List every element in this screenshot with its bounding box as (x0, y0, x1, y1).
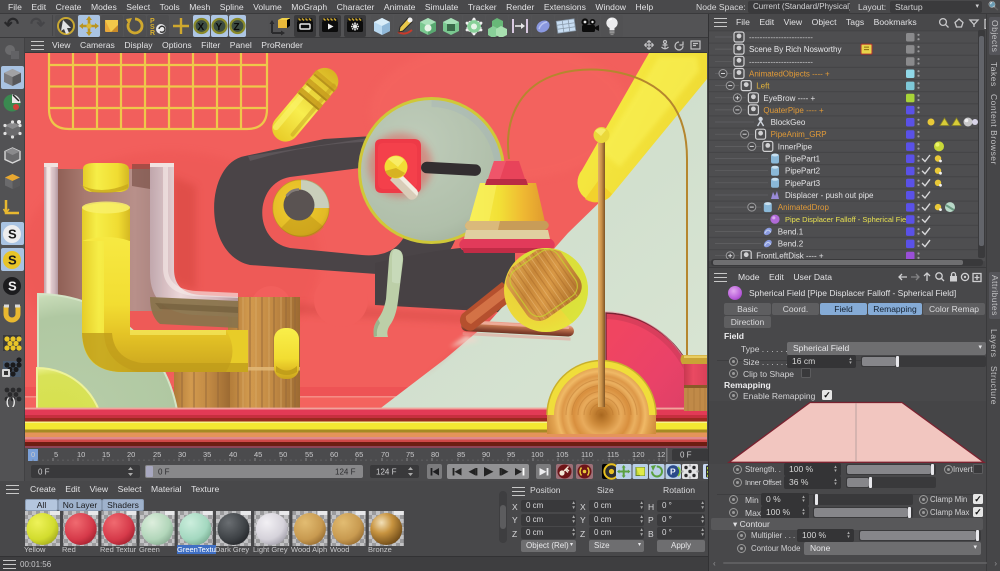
svg-text:90: 90 (482, 450, 490, 459)
svg-text:Scene By Rich Nosworthy: Scene By Rich Nosworthy (749, 45, 841, 54)
svg-text:100: 100 (531, 450, 544, 459)
svg-text:95: 95 (507, 450, 515, 459)
svg-text:InnerPipe: InnerPipe (778, 142, 813, 151)
svg-text:120: 120 (632, 450, 645, 459)
svg-text:Left: Left (756, 82, 770, 91)
svg-text:110: 110 (581, 450, 593, 459)
svg-text:PipePart1: PipePart1 (785, 155, 821, 164)
svg-text:12: 12 (657, 450, 665, 459)
svg-text:S: S (8, 279, 17, 294)
svg-text:70: 70 (381, 450, 389, 459)
svg-text:25: 25 (153, 450, 161, 459)
svg-text:Z: Z (234, 22, 240, 33)
svg-text:10: 10 (77, 450, 85, 459)
svg-text:115: 115 (607, 450, 619, 459)
svg-text:PipePart2: PipePart2 (785, 167, 821, 176)
svg-text:BlockGeo: BlockGeo (771, 118, 806, 127)
svg-text:R: R (150, 30, 155, 37)
svg-text:------------------------: ------------------------ (749, 57, 813, 66)
svg-text:AnimatedDrop: AnimatedDrop (778, 203, 830, 212)
svg-text:( ): ( ) (6, 397, 15, 408)
svg-text:QuaterPipe ---- +: QuaterPipe ---- + (763, 106, 824, 115)
svg-text:Y: Y (216, 22, 223, 33)
svg-text:55: 55 (305, 450, 313, 459)
svg-text:80: 80 (431, 450, 439, 459)
svg-text:AnimatedObjects ---- +: AnimatedObjects ---- + (749, 70, 830, 79)
svg-text:0 F: 0 F (680, 451, 692, 460)
svg-text:PipePart3: PipePart3 (785, 179, 821, 188)
svg-text:65: 65 (355, 450, 363, 459)
svg-text:Bend.2: Bend.2 (778, 240, 804, 249)
svg-text:0: 0 (31, 450, 35, 459)
svg-text:Bend.1: Bend.1 (778, 227, 804, 236)
svg-text:P: P (670, 467, 676, 477)
svg-text:15: 15 (102, 450, 110, 459)
svg-text:85: 85 (457, 450, 465, 459)
svg-text:PipeAnim_GRP: PipeAnim_GRP (771, 130, 827, 139)
svg-text:5: 5 (54, 450, 58, 459)
svg-text:124 F: 124 F (335, 468, 356, 477)
svg-text:60: 60 (330, 450, 338, 459)
svg-text:45: 45 (254, 450, 262, 459)
svg-text:30: 30 (178, 450, 186, 459)
svg-text:0 F: 0 F (158, 468, 170, 477)
svg-text:------------------------: ------------------------ (749, 33, 813, 42)
svg-text:Displacer - push out pipe: Displacer - push out pipe (785, 191, 874, 200)
svg-text:20: 20 (127, 450, 135, 459)
svg-text:S: S (8, 227, 17, 242)
svg-text:X: X (198, 22, 205, 33)
svg-text:75: 75 (406, 450, 414, 459)
svg-text:50: 50 (279, 450, 287, 459)
svg-text:EyeBrow ---- +: EyeBrow ---- + (763, 94, 815, 103)
svg-text:124 F: 124 F (376, 468, 397, 477)
svg-text:35: 35 (203, 450, 211, 459)
svg-text:40: 40 (229, 450, 237, 459)
svg-text:Pipe Displacer Falloff - Spher: Pipe Displacer Falloff - Spherical Field (785, 215, 912, 224)
svg-text:105: 105 (556, 450, 569, 459)
svg-text:S: S (8, 253, 17, 268)
svg-text:0 F: 0 F (38, 468, 50, 477)
